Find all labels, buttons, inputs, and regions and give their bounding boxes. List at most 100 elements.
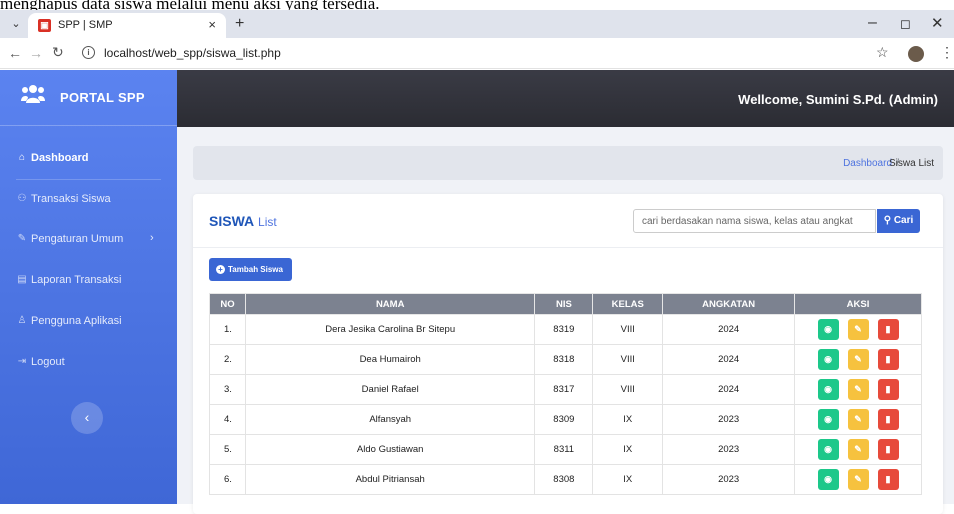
action-group: ◉ ✎ ▮ [795,469,921,490]
search-icon: ⚲ [883,215,892,226]
card-title-sub: List [258,215,277,229]
cell-angkatan: 2023 [662,464,796,495]
action-group: ◉ ✎ ▮ [795,349,921,370]
logout-icon: ⇥ [17,356,27,367]
minimize-icon[interactable]: – [868,14,877,32]
delete-button[interactable]: ▮ [877,469,899,490]
cell-nis: 8317 [534,374,594,405]
view-button[interactable]: ◉ [817,409,839,430]
cell-angkatan: 2023 [662,434,796,465]
edit-button[interactable]: ✎ [847,349,869,370]
add-siswa-button[interactable]: + Tambah Siswa [209,258,292,281]
sidebar: PORTAL SPP ⌂ Dashboard ⚇ Transaksi Siswa… [0,70,177,504]
restore-icon[interactable]: ◻ [900,16,911,32]
edit-icon: ✎ [854,474,862,484]
url-text: localhost/web_spp/siswa_list.php [104,46,281,60]
site-info-icon[interactable]: i [82,46,95,59]
sidebar-item-dashboard[interactable]: ⌂ Dashboard [0,140,177,178]
bookmark-star-icon[interactable]: ☆ [876,44,889,61]
edit-button[interactable]: ✎ [847,319,869,340]
sidebar-item-pengaturan-umum[interactable]: ✎ Pengaturan Umum › [0,221,177,259]
edit-button[interactable]: ✎ [847,379,869,400]
cell-angkatan: 2024 [662,374,796,405]
trash-icon: ▮ [885,474,891,484]
search-input[interactable] [633,209,876,233]
edit-button[interactable]: ✎ [847,439,869,460]
view-button[interactable]: ◉ [817,439,839,460]
eye-icon: ◉ [824,354,832,364]
table-row: 3. Daniel Rafael 8317 VIII 2024 ◉ ✎ ▮ [209,374,922,405]
edit-icon: ✎ [854,444,862,454]
back-icon[interactable]: ← [8,45,22,61]
breadcrumb: Dashboard / Siswa List [193,146,943,180]
action-group: ◉ ✎ ▮ [795,409,921,430]
sidebar-item-laporan-transaksi[interactable]: ▤ Laporan Transaksi [0,262,177,300]
sidebar-toggle-button[interactable]: ‹ [71,402,103,434]
delete-button[interactable]: ▮ [877,319,899,340]
brand[interactable]: PORTAL SPP [0,70,177,126]
tab-list-chevron-icon[interactable]: ⌄ [7,15,25,33]
delete-button[interactable]: ▮ [877,409,899,430]
cell-kelas: VIII [592,374,664,405]
sidebar-item-logout[interactable]: ⇥ Logout [0,344,177,382]
window-close-icon[interactable]: ✕ [931,14,944,32]
cell-nama: Daniel Rafael [244,374,536,405]
main-content: Dashboard / Siswa List SISWA List ⚲ Cari… [177,127,954,514]
view-button[interactable]: ◉ [817,319,839,340]
cell-nis: 8309 [534,404,594,435]
table-row: 2. Dea Humairoh 8318 VIII 2024 ◉ ✎ ▮ [209,344,922,375]
eye-icon: ◉ [824,444,832,454]
tab-close-icon[interactable]: × [208,17,216,32]
cell-kelas: IX [592,434,664,465]
cell-kelas: IX [592,404,664,435]
cell-aksi: ◉ ✎ ▮ [794,434,922,465]
edit-icon: ✎ [854,384,862,394]
browser-tab-bar: ⌄ ▣ SPP | SMP × + – ◻ ✕ [0,10,954,38]
browser-menu-icon[interactable]: ⋮ [940,44,954,61]
table-row: 1. Dera Jesika Carolina Br Sitepu 8319 VIII… [209,314,922,345]
document-caption: menghapus data siswa melalui menu aksi y… [0,0,380,10]
reload-icon[interactable]: ↻ [52,44,64,61]
delete-button[interactable]: ▮ [877,349,899,370]
new-tab-icon[interactable]: + [235,15,244,33]
search-button-label: Cari [893,215,914,226]
profile-avatar[interactable] [908,46,924,62]
trash-icon: ▮ [885,384,891,394]
delete-button[interactable]: ▮ [877,379,899,400]
header-aksi: AKSI [794,293,922,315]
sidebar-item-label: Logout [31,356,65,368]
cell-kelas: VIII [592,314,664,345]
browser-tab[interactable]: ▣ SPP | SMP × [28,13,226,38]
cell-nis: 8319 [534,314,594,345]
url-field[interactable]: i localhost/web_spp/siswa_list.php [74,42,864,65]
favicon-icon: ▣ [38,19,51,32]
cell-aksi: ◉ ✎ ▮ [794,464,922,495]
edit-button[interactable]: ✎ [847,409,869,430]
edit-button[interactable]: ✎ [847,469,869,490]
breadcrumb-dashboard-link[interactable]: Dashboard [843,158,892,169]
action-group: ◉ ✎ ▮ [795,379,921,400]
cell-aksi: ◉ ✎ ▮ [794,314,922,345]
cell-nama: Dera Jesika Carolina Br Sitepu [244,314,536,345]
forward-icon[interactable]: → [29,45,43,61]
sidebar-item-label: Pengaturan Umum [31,233,124,245]
cell-nama: Aldo Gustiawan [244,434,536,465]
header-kelas: KELAS [592,293,664,315]
view-button[interactable]: ◉ [817,349,839,370]
cell-nama: Alfansyah [244,404,536,435]
cell-aksi: ◉ ✎ ▮ [794,404,922,435]
cell-no: 4. [209,404,246,435]
cell-no: 2. [209,344,246,375]
search-button[interactable]: ⚲ Cari [877,209,920,233]
sidebar-item-pengguna-aplikasi[interactable]: ♙ Pengguna Aplikasi [0,303,177,341]
wrench-icon: ✎ [17,233,27,244]
user-icon: ♙ [17,315,27,326]
header-nama: NAMA [244,293,536,315]
eye-icon: ◉ [824,384,832,394]
view-button[interactable]: ◉ [817,469,839,490]
card-title: SISWA List [209,213,277,229]
sidebar-item-transaksi-siswa[interactable]: ⚇ Transaksi Siswa [0,181,177,219]
cell-nama: Abdul Pitriansah [244,464,536,495]
delete-button[interactable]: ▮ [877,439,899,460]
view-button[interactable]: ◉ [817,379,839,400]
